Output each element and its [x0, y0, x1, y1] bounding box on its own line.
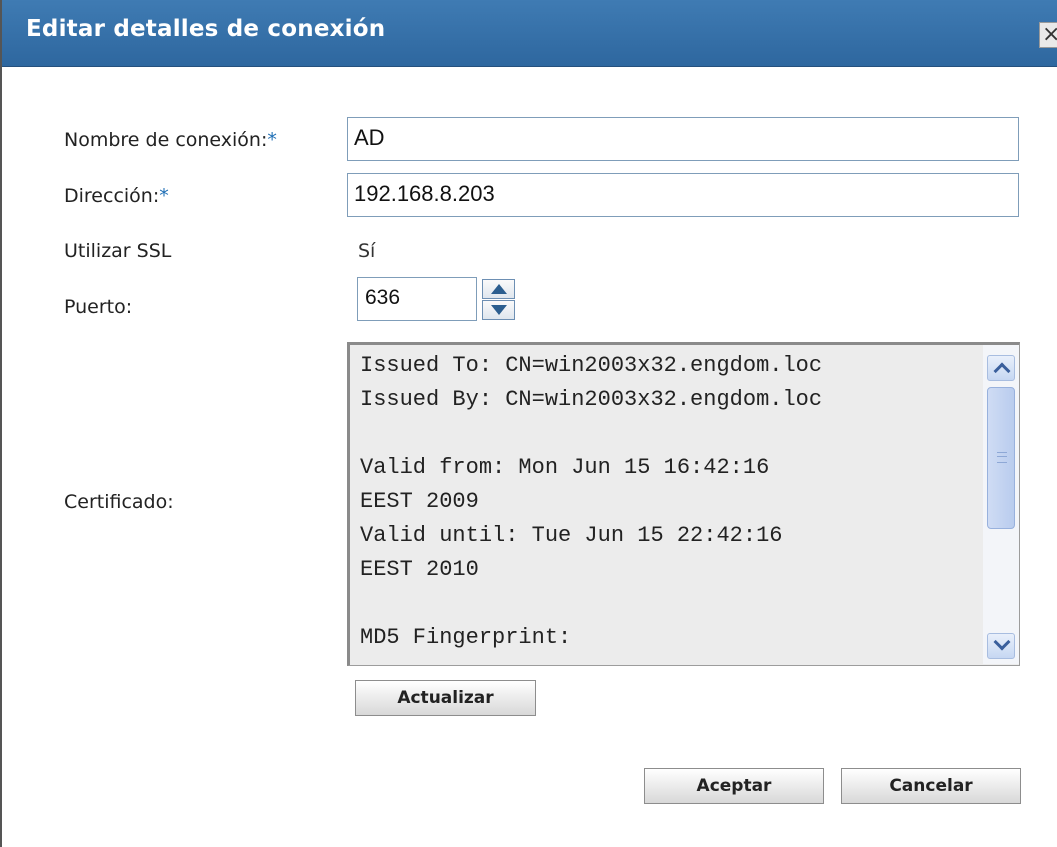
chevron-up-icon	[993, 362, 1011, 380]
certificate-textarea[interactable]: Issued To: CN=win2003x32.engdom.loc Issu…	[347, 342, 1020, 666]
grip-icon	[997, 452, 1007, 463]
connection-name-input[interactable]: AD	[347, 117, 1019, 161]
cancel-button[interactable]: Cancelar	[841, 768, 1021, 804]
port-label: Puerto:	[64, 296, 133, 318]
ok-button[interactable]: Aceptar	[644, 768, 824, 804]
port-increment-button[interactable]	[482, 279, 515, 299]
ssl-label: Utilizar SSL	[64, 240, 172, 262]
close-button[interactable]: ×	[1039, 22, 1057, 48]
required-marker: *	[159, 185, 169, 207]
port-input[interactable]: 636	[357, 277, 477, 321]
close-icon: ×	[1042, 23, 1057, 47]
scroll-up-button[interactable]	[987, 355, 1015, 381]
edit-connection-dialog: Editar detalles de conexión × Nombre de …	[0, 0, 1057, 847]
scroll-thumb[interactable]	[987, 387, 1015, 529]
arrow-down-icon	[491, 305, 507, 315]
arrow-up-icon	[491, 284, 507, 294]
dialog-title: Editar detalles de conexión	[26, 16, 386, 42]
update-button[interactable]: Actualizar	[355, 680, 536, 716]
connection-name-label: Nombre de conexión:*	[64, 129, 277, 151]
ssl-value: Sí	[358, 240, 376, 262]
port-decrement-button[interactable]	[482, 300, 515, 320]
certificate-scrollbar[interactable]	[983, 345, 1019, 664]
address-label: Dirección:*	[64, 185, 169, 207]
required-marker: *	[267, 129, 277, 151]
address-input[interactable]: 192.168.8.203	[347, 173, 1019, 217]
chevron-down-icon	[993, 633, 1011, 651]
dialog-titlebar: Editar detalles de conexión ×	[2, 0, 1057, 67]
certificate-text: Issued To: CN=win2003x32.engdom.loc Issu…	[360, 353, 823, 650]
scroll-down-button[interactable]	[987, 633, 1015, 659]
certificate-label: Certificado:	[64, 491, 174, 513]
